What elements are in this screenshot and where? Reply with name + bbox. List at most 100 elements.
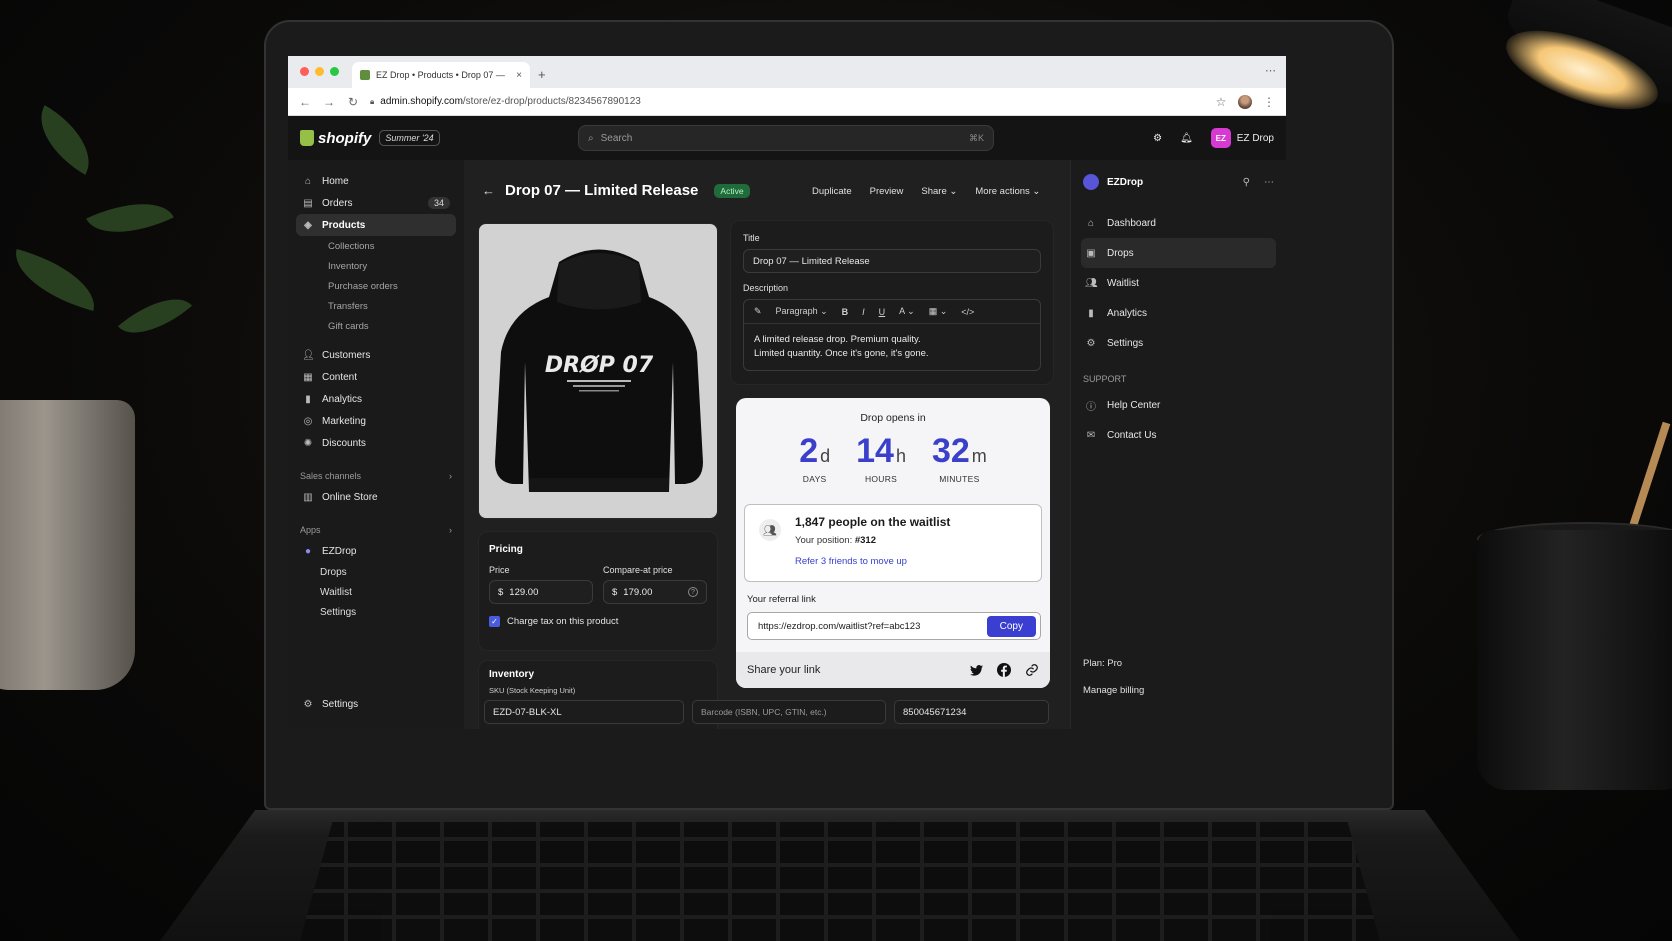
more-actions-dropdown[interactable]: More actions ⌄ bbox=[975, 186, 1040, 197]
new-tab-button[interactable]: + bbox=[538, 67, 546, 82]
manage-billing-link[interactable]: Manage billing bbox=[1083, 685, 1144, 696]
panel-item-contact-us[interactable]: ✉︎ Contact Us bbox=[1081, 420, 1276, 450]
insert-table-icon[interactable]: ▦ ⌄ bbox=[929, 306, 948, 317]
apps-header[interactable]: Apps › bbox=[296, 520, 456, 540]
forward-arrow-icon[interactable]: → bbox=[322, 95, 336, 109]
minimize-window-button[interactable] bbox=[315, 67, 324, 76]
copy-button[interactable]: Copy bbox=[986, 615, 1036, 637]
text-color-icon[interactable]: A ⌄ bbox=[899, 306, 915, 317]
underline-icon[interactable]: U bbox=[879, 307, 886, 317]
barcode-value-input[interactable]: 850045671234 bbox=[894, 700, 1049, 724]
hoodie-print-text: DRØP 07 bbox=[545, 353, 654, 378]
notifications-bell-icon[interactable]: 🔔︎ bbox=[1180, 133, 1193, 144]
description-body[interactable]: A limited release drop. Premium quality.… bbox=[744, 324, 1040, 370]
browser-tab[interactable]: EZ Drop • Products • Drop 07 — × bbox=[352, 62, 530, 88]
sidebar-item-settings[interactable]: ⚙︎ Settings bbox=[296, 693, 456, 715]
preview-button[interactable]: Preview bbox=[870, 186, 904, 197]
panel-item-drops[interactable]: ▣ Drops bbox=[1081, 238, 1276, 268]
days-suffix: d bbox=[820, 446, 831, 466]
back-arrow-icon[interactable]: ← bbox=[298, 95, 312, 109]
panel-item-dashboard[interactable]: ⌂ Dashboard bbox=[1081, 208, 1276, 238]
panel-item-analytics[interactable]: ▮ Analytics bbox=[1081, 298, 1276, 328]
shopify-logo[interactable]: shopify bbox=[300, 130, 371, 147]
sku-input[interactable]: EZD-07-BLK-XL bbox=[484, 700, 684, 724]
close-window-button[interactable] bbox=[300, 67, 309, 76]
shopify-wordmark: shopify bbox=[318, 129, 372, 147]
paragraph-select[interactable]: Paragraph ⌄ bbox=[776, 306, 828, 317]
description-line: Limited quantity. Once it's gone, it's g… bbox=[754, 348, 929, 359]
tab-overflow-icon[interactable]: ⋯ bbox=[1265, 64, 1276, 77]
sidebar-sub-purchase-orders[interactable]: Purchase orders bbox=[296, 276, 456, 296]
help-icon[interactable]: ? bbox=[688, 587, 698, 597]
compare-price-input[interactable]: $179.00? bbox=[603, 580, 707, 604]
edition-badge[interactable]: Summer '24 bbox=[379, 130, 440, 146]
waitlist-status-card: 👥︎ 1,847 people on the waitlist Your pos… bbox=[744, 504, 1042, 582]
sidebar-item-orders[interactable]: ▤ Orders 34 bbox=[296, 192, 456, 214]
tab-close-icon[interactable]: × bbox=[516, 70, 522, 81]
description-label: Description bbox=[743, 283, 789, 293]
sidekick-icon[interactable]: ⚙︎ bbox=[1153, 133, 1162, 144]
facebook-icon[interactable] bbox=[997, 663, 1011, 677]
minutes-suffix: m bbox=[971, 446, 987, 466]
sidebar-item-analytics[interactable]: ▮ Analytics bbox=[296, 388, 456, 410]
sidebar-item-products[interactable]: ◈ Products bbox=[296, 214, 456, 236]
url-field[interactable]: 🔒︎ admin.shopify.com/store/ez-drop/produ… bbox=[370, 96, 1204, 107]
price-input[interactable]: $129.00 bbox=[489, 580, 593, 604]
sidebar-sub-inventory[interactable]: Inventory bbox=[296, 256, 456, 276]
sales-channels-header[interactable]: Sales channels › bbox=[296, 466, 456, 486]
panel-item-help-center[interactable]: ⓘ Help Center bbox=[1081, 390, 1276, 420]
sidebar-item-home[interactable]: ⌂ Home bbox=[296, 170, 456, 192]
link-icon[interactable] bbox=[1025, 663, 1039, 677]
share-label: Share your link bbox=[747, 664, 821, 676]
italic-icon[interactable]: I bbox=[862, 307, 865, 317]
magic-wand-icon[interactable]: ✎ bbox=[754, 306, 762, 317]
sidebar-item-discounts[interactable]: ✺ Discounts bbox=[296, 432, 456, 454]
more-options-icon[interactable]: ⋯ bbox=[1264, 177, 1274, 188]
panel-item-settings[interactable]: ⚙︎ Settings bbox=[1081, 328, 1276, 358]
sidebar-sub-drops[interactable]: Drops bbox=[296, 562, 456, 582]
minutes-value: 32 bbox=[931, 432, 970, 470]
browser-menu-icon[interactable]: ⋮ bbox=[1262, 95, 1276, 109]
price-row: Price $129.00 Compare-at price $179.00? bbox=[489, 565, 707, 604]
code-view-icon[interactable]: </> bbox=[961, 307, 974, 317]
back-arrow-icon[interactable]: ← bbox=[482, 183, 495, 198]
sidebar-item-online-store[interactable]: ▥ Online Store bbox=[296, 486, 456, 508]
sku-label: SKU (Stock Keeping Unit) bbox=[489, 686, 576, 695]
title-input[interactable]: Drop 07 — Limited Release bbox=[743, 249, 1041, 273]
product-image[interactable]: DRØP 07 bbox=[478, 223, 718, 519]
panel-item-label: Waitlist bbox=[1107, 277, 1139, 289]
sidebar-sub-gift-cards[interactable]: Gift cards bbox=[296, 316, 456, 336]
referral-link-field[interactable]: https://ezdrop.com/waitlist?ref=abc123 C… bbox=[747, 612, 1041, 640]
ezdrop-app-icon: ● bbox=[304, 545, 312, 557]
hours-value: 14 bbox=[856, 432, 894, 470]
sidebar-sub-transfers[interactable]: Transfers bbox=[296, 296, 456, 316]
sidebar-item-customers[interactable]: 👤︎ Customers bbox=[296, 344, 456, 366]
reload-icon[interactable]: ↻ bbox=[346, 95, 360, 109]
share-dropdown[interactable]: Share ⌄ bbox=[921, 186, 957, 197]
profile-avatar[interactable] bbox=[1238, 94, 1252, 109]
sidebar-sub-settings[interactable]: Settings bbox=[296, 602, 456, 622]
sidebar-item-ezdrop[interactable]: ● EZDrop bbox=[296, 540, 456, 562]
page-title: Drop 07 — Limited Release bbox=[505, 182, 699, 199]
app-panel-header: EZDrop ⚲ ⋯ bbox=[1081, 174, 1276, 190]
sidebar-item-marketing[interactable]: ◎ Marketing bbox=[296, 410, 456, 432]
twitter-icon[interactable] bbox=[970, 664, 983, 676]
store-icon: ▥ bbox=[303, 491, 313, 503]
sidebar-item-label: Products bbox=[322, 219, 366, 231]
countdown-days: 2d DAYS bbox=[799, 432, 830, 484]
sidebar-item-content[interactable]: ▦ Content bbox=[296, 366, 456, 388]
home-icon: ⌂ bbox=[1087, 217, 1095, 229]
barcode-input[interactable]: Barcode (ISBN, UPC, GTIN, etc.) bbox=[692, 700, 886, 724]
bookmark-star-icon[interactable]: ☆ bbox=[1214, 95, 1228, 109]
charge-tax-checkbox[interactable]: ✓ bbox=[489, 616, 500, 627]
store-menu[interactable]: EZ EZ Drop bbox=[1210, 128, 1274, 148]
duplicate-button[interactable]: Duplicate bbox=[812, 186, 852, 197]
bold-icon[interactable]: B bbox=[842, 307, 849, 317]
maximize-window-button[interactable] bbox=[330, 67, 339, 76]
admin-search-input[interactable]: ⌕ Search ⌘K bbox=[578, 125, 994, 151]
sidebar-sub-waitlist[interactable]: Waitlist bbox=[296, 582, 456, 602]
sidebar-sub-collections[interactable]: Collections bbox=[296, 236, 456, 256]
refer-friends-link[interactable]: Refer 3 friends to move up bbox=[795, 556, 1029, 567]
pin-icon[interactable]: ⚲ bbox=[1243, 177, 1250, 188]
panel-item-waitlist[interactable]: 👥︎ Waitlist bbox=[1081, 268, 1276, 298]
